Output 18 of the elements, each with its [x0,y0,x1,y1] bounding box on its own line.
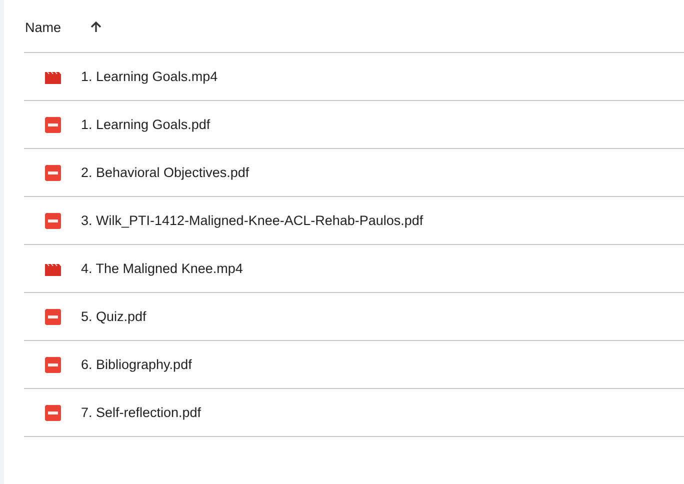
file-name[interactable]: 3. Wilk_PTI-1412-Maligned-Knee-ACL-Rehab-Paulos.pdf [81,213,424,228]
file-name[interactable]: 6. Bibliography.pdf [81,357,192,372]
pdf-file-icon [45,356,61,372]
pdf-file-icon [45,116,61,132]
pdf-file-icon [45,404,61,420]
file-name[interactable]: 7. Self-reflection.pdf [81,405,202,420]
file-name[interactable]: 5. Quiz.pdf [81,309,146,324]
file-name[interactable]: 4. The Maligned Knee.mp4 [81,261,243,276]
file-name[interactable]: 1. Learning Goals.mp4 [81,69,218,84]
pdf-file-icon [45,164,61,180]
video-file-icon [45,70,61,84]
file-name[interactable]: 2. Behavioral Objectives.pdf [81,165,250,180]
name-column-header[interactable]: Name [25,20,62,34]
pdf-file-icon [45,212,61,228]
pdf-file-icon [45,308,61,324]
sort-arrow-icon[interactable] [90,21,102,33]
video-file-icon [45,262,61,276]
file-name[interactable]: 1. Learning Goals.pdf [81,117,210,132]
